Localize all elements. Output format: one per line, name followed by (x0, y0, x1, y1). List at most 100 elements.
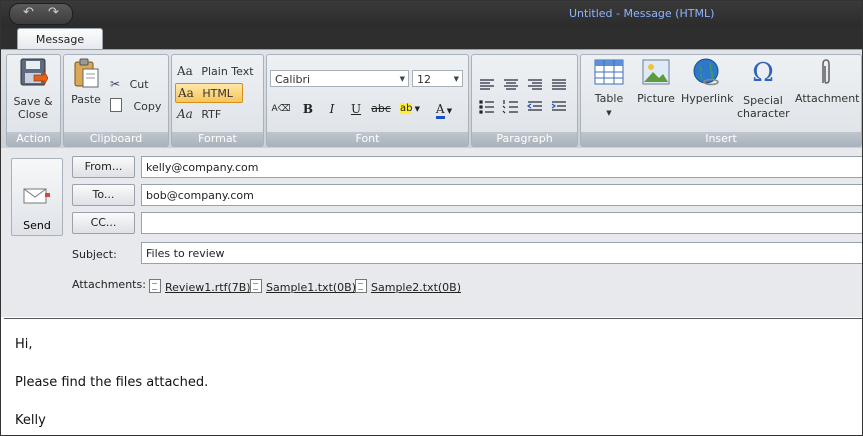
plain-text-button[interactable]: Aa Plain Text (177, 64, 254, 78)
alignment-buttons (480, 79, 566, 90)
ribbon-group-insert: Table ▼ Picture Hyperlink Ω Special char… (580, 54, 862, 147)
plain-text-label: Plain Text (201, 65, 254, 78)
cc-button[interactable]: CC... (72, 212, 135, 234)
insert-table-button[interactable]: Table ▼ (589, 58, 629, 120)
undo-icon[interactable]: ↶ (23, 5, 34, 20)
group-caption-clipboard: Clipboard (64, 132, 168, 146)
paste-label: Paste (71, 93, 101, 106)
ribbon-group-format: Aa Plain Text Aa HTML Aa RTF Format (171, 54, 264, 147)
subject-field[interactable]: Files to review (141, 242, 862, 264)
send-button[interactable]: Send (11, 158, 63, 236)
html-format-button[interactable]: Aa HTML (175, 83, 243, 103)
picture-icon (642, 59, 670, 85)
font-size-select[interactable]: 12 ▼ (412, 70, 463, 87)
save-close-icon (20, 58, 48, 87)
save-close-button[interactable]: Save & Close (9, 57, 57, 121)
tab-message[interactable]: Message (17, 28, 103, 50)
group-caption-paragraph: Paragraph (472, 132, 577, 146)
font-family-select[interactable]: Calibri ▼ (270, 70, 409, 87)
attachment-item[interactable]: Sample2.txt(0B) (355, 279, 461, 294)
rtf-icon: Aa (177, 107, 193, 121)
group-caption-format: Format (172, 132, 263, 146)
attachment-item[interactable]: Sample1.txt(0B) (250, 279, 356, 294)
paste-icon (74, 58, 99, 88)
ribbon-group-paragraph: Paragraph (471, 54, 578, 147)
cc-field[interactable] (141, 212, 862, 234)
attachment-label: Attachment (795, 92, 860, 105)
bold-icon[interactable]: B (298, 100, 318, 118)
paperclip-icon (822, 59, 830, 84)
align-center-icon[interactable] (504, 79, 518, 90)
picture-label: Picture (637, 92, 675, 105)
ribbon: Save & Close Action Paste ✂ Cut Copy Cli… (1, 49, 862, 149)
chevron-down-icon: ▼ (399, 75, 405, 83)
align-left-icon[interactable] (480, 79, 494, 90)
attachment-name: Review1.rtf(7B) (165, 281, 251, 294)
file-icon (250, 279, 262, 293)
chevron-down-icon: ▼ (606, 109, 612, 117)
list-buttons (479, 100, 566, 114)
message-body-editor[interactable]: Hi, Please find the files attached. Kell… (4, 318, 862, 435)
font-color-icon[interactable]: A ▼ (430, 100, 458, 119)
table-label: Table (594, 92, 624, 105)
rtf-button[interactable]: Aa RTF (177, 107, 221, 121)
ribbon-group-clipboard: Paste ✂ Cut Copy Clipboard (63, 54, 169, 147)
attachment-name: Sample1.txt(0B) (266, 281, 357, 294)
insert-hyperlink-button[interactable]: Hyperlink (681, 58, 734, 105)
file-icon (149, 279, 161, 293)
file-icon (355, 279, 367, 293)
increase-indent-icon[interactable] (551, 101, 566, 111)
to-button[interactable]: To... (72, 184, 135, 206)
font-family-value: Calibri (275, 73, 311, 86)
group-caption-insert: Insert (581, 132, 861, 146)
save-close-label: Save & Close (13, 95, 53, 121)
hyperlink-label: Hyperlink (681, 92, 734, 105)
window-title: Untitled - Message (HTML) (569, 7, 715, 20)
font-size-value: 12 (417, 73, 431, 86)
attachments-label: Attachments: (72, 278, 146, 291)
copy-icon (110, 98, 122, 112)
numbering-icon[interactable] (502, 100, 518, 114)
plain-text-icon: Aa (177, 64, 193, 78)
redo-icon[interactable]: ↷ (48, 5, 59, 20)
attachment-name: Sample2.txt(0B) (371, 281, 462, 294)
insert-picture-button[interactable]: Picture (635, 58, 677, 105)
copy-label: Copy (133, 100, 162, 113)
cut-label: Cut (129, 78, 149, 91)
quick-access-toolbar: ↶ ↷ (9, 3, 73, 25)
subject-label: Subject: (72, 248, 117, 261)
compose-header: Send From... kelly@company.com To... bob… (1, 148, 862, 317)
align-right-icon[interactable] (528, 79, 542, 90)
justify-icon[interactable] (552, 79, 566, 90)
ribbon-tab-strip: Message (1, 27, 862, 50)
html-format-icon: Aa (178, 86, 194, 100)
underline-icon[interactable]: U (346, 100, 366, 118)
decrease-indent-icon[interactable] (526, 101, 542, 111)
ribbon-group-action: Save & Close Action (6, 54, 61, 147)
to-field[interactable]: bob@company.com (141, 184, 862, 206)
strikethrough-icon[interactable]: abc (371, 100, 391, 118)
insert-attachment-button[interactable]: Attachment (795, 58, 860, 105)
body-line: Kelly (15, 413, 46, 428)
group-caption-action: Action (7, 132, 60, 146)
bullets-icon[interactable] (479, 100, 494, 114)
html-format-label: HTML (202, 87, 233, 100)
globe-link-icon (693, 58, 719, 86)
outlook-message-window: ↶ ↷ Untitled - Message (HTML) Message Sa… (0, 0, 863, 436)
copy-button[interactable]: Copy (110, 98, 161, 113)
special-character-label: Special character (737, 94, 790, 120)
attachment-item[interactable]: Review1.rtf(7B) (149, 279, 251, 294)
body-line: Hi, (15, 337, 33, 352)
send-envelope-icon (23, 188, 50, 204)
body-line: Please find the files attached. (15, 375, 209, 390)
from-button[interactable]: From... (72, 156, 135, 178)
rtf-label: RTF (201, 108, 222, 121)
italic-icon[interactable]: I (322, 100, 342, 118)
highlight-color-icon[interactable]: ab ▼ (396, 100, 424, 118)
cut-button[interactable]: ✂ Cut (110, 77, 149, 91)
from-field[interactable]: kelly@company.com (141, 156, 862, 178)
clear-formatting-icon[interactable]: A⌫ (271, 100, 291, 118)
group-caption-font: Font (267, 132, 468, 146)
paste-button[interactable]: Paste (68, 57, 104, 106)
insert-special-character-button[interactable]: Ω Special character (737, 58, 790, 120)
